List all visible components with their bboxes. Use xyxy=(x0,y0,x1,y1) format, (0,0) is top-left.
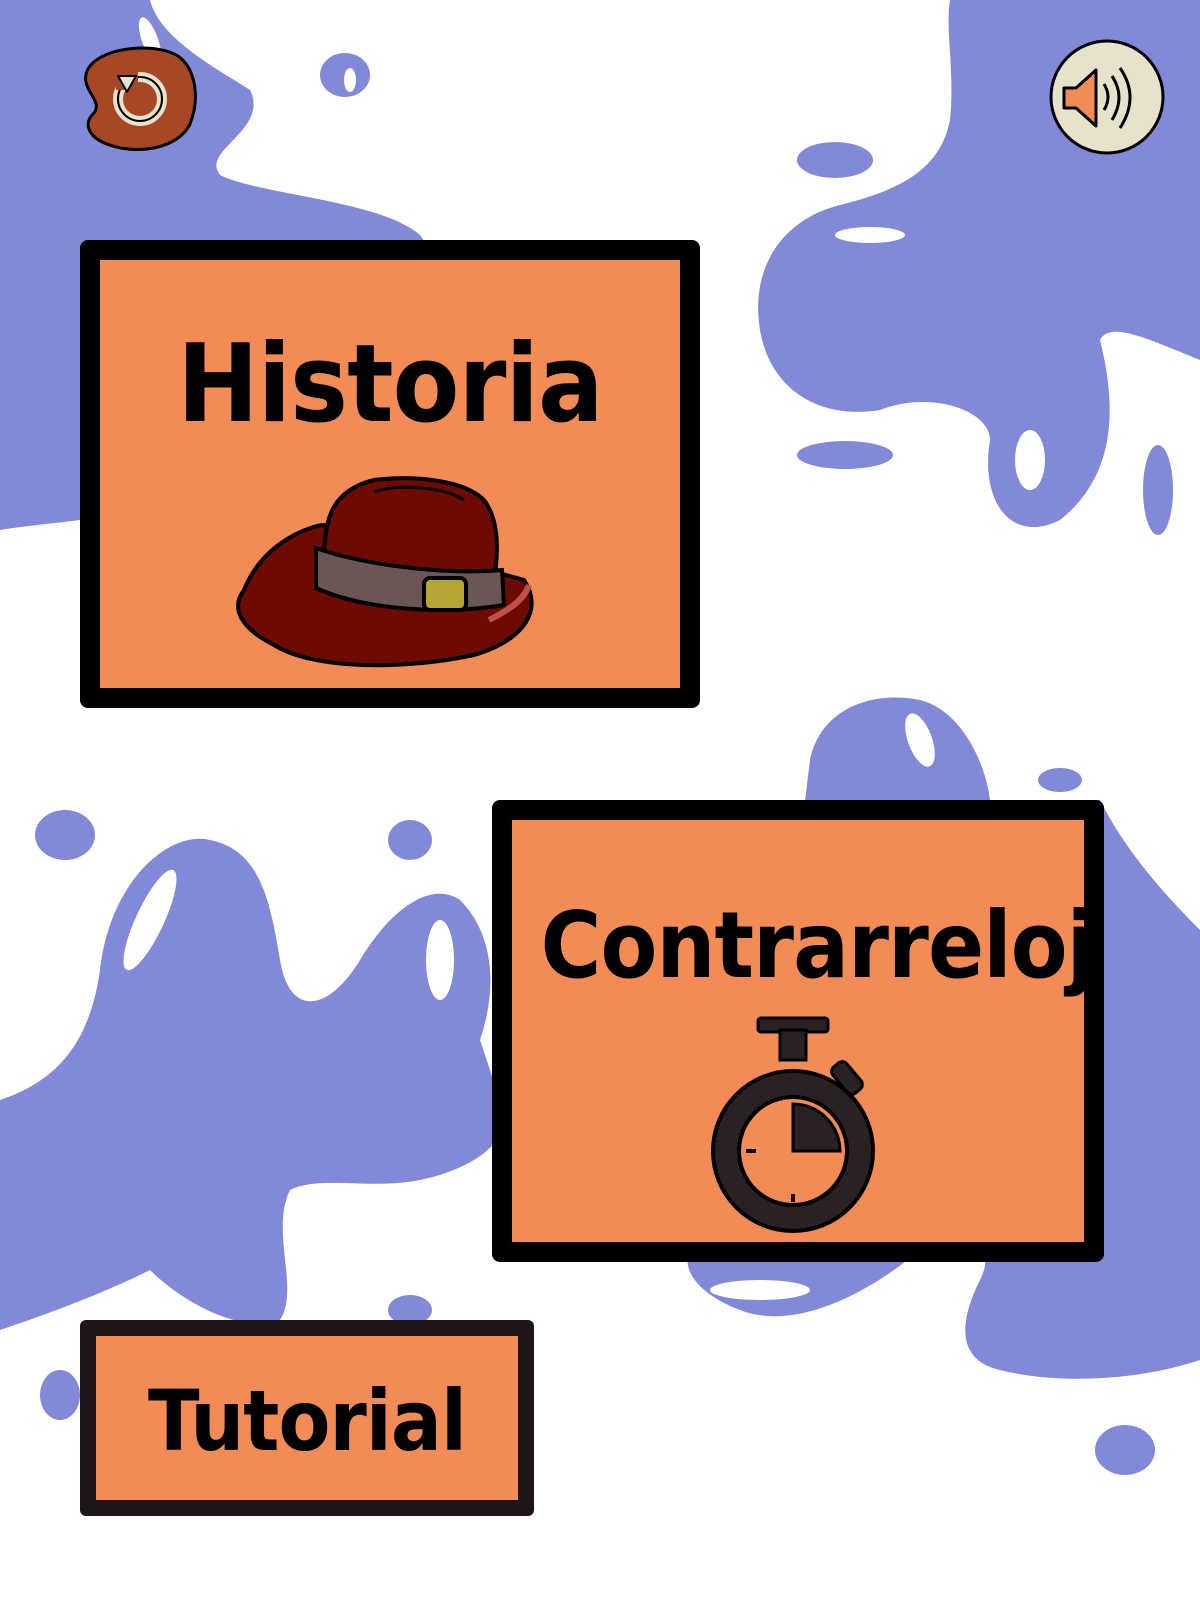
restart-arrow-icon xyxy=(84,46,197,152)
historia-label: Historia xyxy=(177,322,603,447)
sound-button[interactable] xyxy=(1046,36,1168,158)
contrarreloj-label: Contrarreloj xyxy=(540,892,1095,999)
tutorial-button[interactable]: Tutorial xyxy=(80,1320,534,1516)
fedora-hat-icon xyxy=(236,476,534,668)
stopwatch-icon xyxy=(711,1016,875,1233)
back-button[interactable] xyxy=(78,44,200,154)
tutorial-label: Tutorial xyxy=(147,1372,467,1470)
splash-bottom-left xyxy=(0,838,505,1330)
contrarreloj-button[interactable]: Contrarreloj xyxy=(492,800,1104,1262)
speaker-icon xyxy=(1049,39,1165,155)
historia-button[interactable]: Historia xyxy=(80,240,700,708)
